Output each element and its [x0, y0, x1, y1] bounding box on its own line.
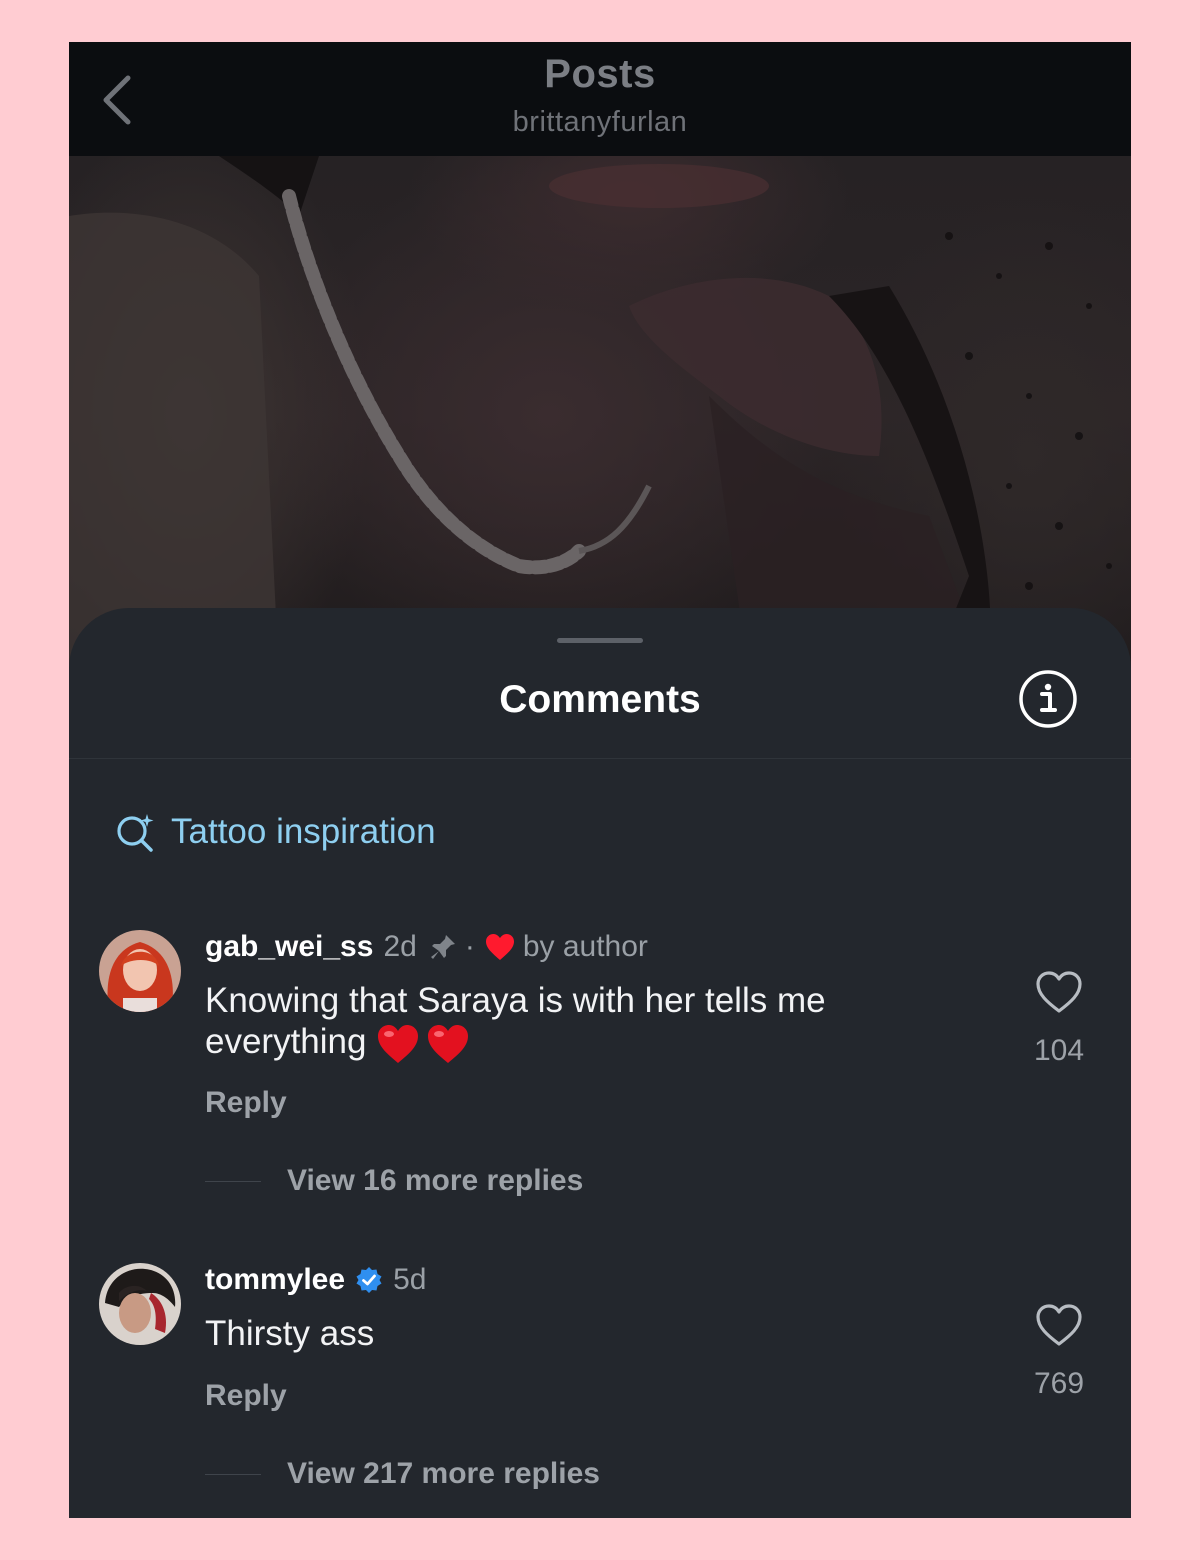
comment-time: 2d — [383, 930, 417, 963]
comment-username[interactable]: tommylee — [205, 1263, 345, 1297]
replies-line — [205, 1180, 261, 1182]
reply-button[interactable]: Reply — [205, 1379, 287, 1413]
search-suggestion-label: Tattoo inspiration — [171, 812, 436, 851]
comment-text: Thirsty ass — [205, 1314, 375, 1353]
top-bar: Posts brittanyfurlan — [69, 42, 1131, 156]
view-more-replies-label: View 16 more replies — [287, 1164, 584, 1197]
comment-username[interactable]: gab_wei_ss — [205, 930, 373, 964]
sparkle-search-icon — [117, 814, 154, 852]
liked-by-author-label: by author — [522, 930, 648, 963]
view-more-replies[interactable]: View 16 more replies — [205, 1164, 583, 1198]
comments-title: Comments — [499, 678, 701, 721]
view-more-replies-label: View 217 more replies — [287, 1457, 600, 1490]
reply-button[interactable]: Reply — [205, 1086, 287, 1120]
avatar-image — [99, 930, 181, 1012]
comments-sheet: Comments Tattoo inspiration gab_wei_ss 2… — [69, 608, 1131, 1518]
heart-outline-icon — [1036, 1304, 1082, 1346]
page-title: Posts — [544, 52, 656, 96]
verified-badge-icon — [356, 1267, 382, 1293]
comment-text-body: Knowing that Saraya is with her tells me… — [205, 981, 826, 1061]
like-count: 104 — [1033, 1034, 1085, 1067]
avatar-image — [99, 1263, 181, 1345]
heart-filled-icon — [485, 934, 514, 960]
meta-separator: · — [464, 930, 475, 963]
comment-meta: tommylee 5d — [205, 1263, 426, 1297]
replies-line — [205, 1473, 261, 1475]
post-photo-illustration — [69, 156, 1112, 676]
view-more-replies[interactable]: View 217 more replies — [205, 1457, 600, 1491]
pin-icon — [430, 935, 455, 959]
avatar[interactable] — [99, 1263, 181, 1345]
post-photo[interactable] — [69, 156, 1131, 676]
like-count: 769 — [1033, 1367, 1085, 1400]
header-divider — [69, 758, 1131, 759]
search-suggestion[interactable]: Tattoo inspiration — [115, 812, 436, 852]
comment-text: Knowing that Saraya is with her tells me… — [205, 980, 905, 1065]
avatar[interactable] — [99, 930, 181, 1012]
like-button[interactable] — [1035, 970, 1083, 1018]
heart-emoji-icon — [428, 1024, 469, 1063]
page-subtitle[interactable]: brittanyfurlan — [69, 106, 1131, 139]
heart-outline-icon — [1036, 971, 1082, 1013]
info-icon — [1019, 670, 1077, 728]
heart-emoji-icon — [378, 1024, 419, 1063]
like-button[interactable] — [1035, 1303, 1083, 1351]
info-button[interactable] — [1019, 670, 1077, 728]
comment-meta: gab_wei_ss 2d · by author — [205, 930, 648, 964]
comment-time: 5d — [393, 1263, 427, 1296]
sheet-grabber[interactable] — [557, 638, 643, 643]
comment-emoji — [376, 1022, 472, 1063]
phone-frame: Posts brittanyfurlan Comments Tattoo ins… — [69, 42, 1131, 1518]
